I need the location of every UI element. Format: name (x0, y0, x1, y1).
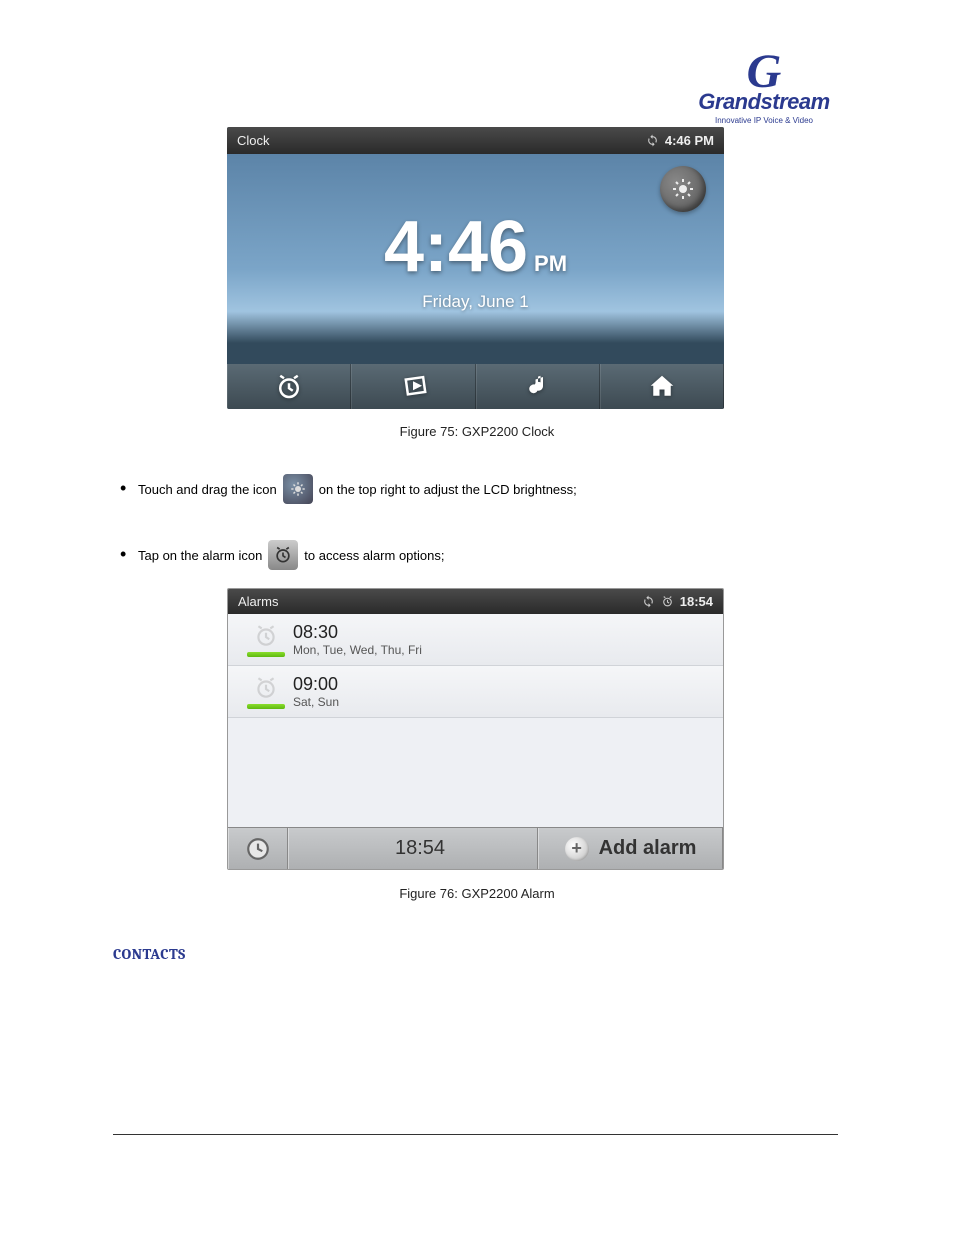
brightness-icon (671, 177, 695, 201)
alarm-icon (274, 372, 304, 402)
bullet-list: Touch and drag the icon on the top right… (138, 474, 577, 606)
home-icon (647, 372, 677, 402)
plus-icon: + (565, 837, 589, 861)
bullet-brightness: Touch and drag the icon on the top right… (138, 474, 577, 504)
logo-tagline: Innovative IP Voice & Video (684, 116, 844, 125)
sync-icon (646, 134, 659, 147)
brand-logo: G Grandstream Innovative IP Voice & Vide… (684, 55, 844, 125)
bullet-text: Touch and drag the icon (138, 482, 277, 497)
bullet-alarm: Tap on the alarm icon to access alarm op… (138, 540, 577, 570)
figure-caption-alarm: Figure 76: GXP2200 Alarm (0, 886, 954, 901)
clock-screenshot: Clock 4:46 PM 4:46 PM Friday, June 1 (227, 127, 724, 409)
clock-icon (245, 836, 271, 862)
current-time-cell: 18:54 (288, 828, 538, 869)
brightness-icon-inline (283, 474, 313, 504)
alarm-icon-inline (268, 540, 298, 570)
alarm-bottom-bar: 18:54 + Add alarm (228, 827, 723, 869)
music-icon (523, 372, 553, 402)
status-time: 4:46 PM (665, 133, 714, 148)
brightness-button[interactable] (660, 166, 706, 212)
contacts-heading: CONTACTS (113, 945, 186, 963)
alarm-row-icon (253, 675, 279, 701)
alarm-button[interactable] (227, 364, 351, 409)
bullet-text: Tap on the alarm icon (138, 548, 262, 563)
alarm-status-icon (661, 595, 674, 608)
add-alarm-button[interactable]: + Add alarm (538, 828, 723, 869)
alarm-enabled-bar (247, 652, 285, 657)
alarm-row[interactable]: 09:00 Sat, Sun (228, 666, 723, 718)
clock-face: 4:46 PM Friday, June 1 (227, 154, 724, 364)
clock-status: 4:46 PM (646, 133, 714, 148)
home-button[interactable] (600, 364, 724, 409)
alarm-row-icon (253, 623, 279, 649)
alarm-days: Sat, Sun (293, 695, 339, 709)
gallery-button[interactable] (351, 364, 475, 409)
back-to-clock-button[interactable] (228, 828, 288, 869)
alarm-toggle[interactable] (238, 623, 293, 657)
alarm-title: Alarms (238, 594, 642, 609)
bullet-text: to access alarm options; (304, 548, 444, 563)
alarm-time: 09:00 (293, 674, 339, 695)
alarm-time: 08:30 (293, 622, 422, 643)
clock-title: Clock (237, 133, 646, 148)
bullet-text: on the top right to adjust the LCD brigh… (319, 482, 577, 497)
time-ampm: PM (534, 251, 567, 277)
alarm-row[interactable]: 08:30 Mon, Tue, Wed, Thu, Fri (228, 614, 723, 666)
logo-initial: G (684, 55, 844, 89)
alarm-toggle[interactable] (238, 675, 293, 709)
alarm-info: 09:00 Sat, Sun (293, 674, 339, 709)
page-divider (113, 1134, 838, 1135)
time-digits: 4:46 (384, 206, 528, 288)
gallery-icon (398, 372, 428, 402)
clock-date: Friday, June 1 (422, 292, 528, 312)
bottom-time: 18:54 (395, 837, 445, 860)
clock-toolbar (227, 364, 724, 409)
alarm-info: 08:30 Mon, Tue, Wed, Thu, Fri (293, 622, 422, 657)
alarm-screenshot: Alarms 18:54 08:30 Mon, Tue, Wed, Thu, F… (227, 588, 724, 870)
alarm-topbar: Alarms 18:54 (228, 589, 723, 614)
clock-topbar: Clock 4:46 PM (227, 127, 724, 154)
add-alarm-label: Add alarm (599, 837, 697, 860)
figure-caption-clock: Figure 75: GXP2200 Clock (0, 424, 954, 439)
alarm-days: Mon, Tue, Wed, Thu, Fri (293, 643, 422, 657)
alarm-list: 08:30 Mon, Tue, Wed, Thu, Fri 09:00 Sat,… (228, 614, 723, 827)
logo-brand: Grandstream (684, 89, 844, 115)
music-button[interactable] (476, 364, 600, 409)
alarm-status: 18:54 (642, 594, 713, 609)
clock-main-time: 4:46 PM (384, 206, 567, 288)
status-time: 18:54 (680, 594, 713, 609)
alarm-enabled-bar (247, 704, 285, 709)
sync-icon (642, 595, 655, 608)
